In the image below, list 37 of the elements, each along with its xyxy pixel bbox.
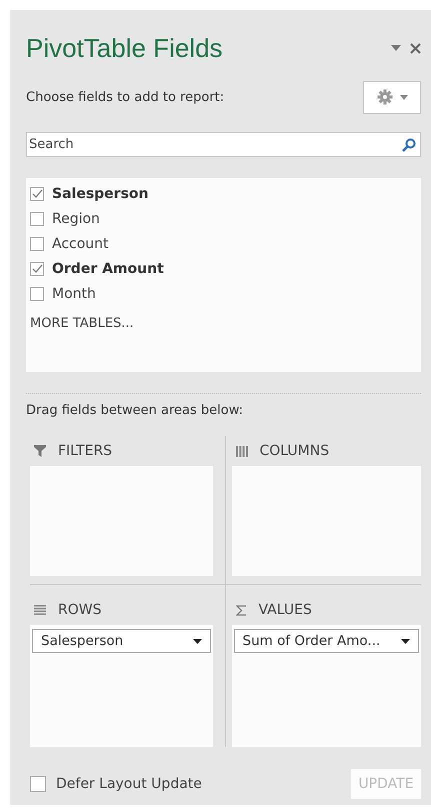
areas-hint: Drag fields between areas below: (26, 403, 244, 418)
dropdown-icon[interactable] (391, 45, 401, 51)
checkbox[interactable] (30, 262, 44, 276)
checkbox[interactable] (30, 286, 44, 300)
field-label[interactable]: Account (52, 236, 109, 252)
field-label[interactable]: Order Amount (52, 260, 164, 276)
gear-icon (376, 89, 392, 105)
drop-area[interactable]: Salesperson (30, 625, 212, 747)
sigma-icon (236, 604, 246, 616)
caret-icon (192, 638, 202, 644)
area-label: FILTERS (58, 443, 112, 459)
field-dropdown[interactable]: Salesperson (32, 629, 210, 653)
area-label: VALUES (258, 602, 312, 618)
checkbox[interactable] (30, 236, 44, 250)
field-label[interactable]: Month (52, 286, 96, 302)
search-field[interactable]: Search (26, 132, 421, 157)
more-tables-link[interactable]: MORE TABLES... (30, 316, 134, 331)
drop-area[interactable]: Sum of Order Amo... (232, 625, 421, 747)
field-label[interactable]: Region (52, 210, 100, 226)
rows-icon (34, 605, 46, 615)
instruction-text: Choose fields to add to report: (26, 90, 224, 104)
defer-label[interactable]: Defer Layout Update (56, 776, 202, 792)
caret-icon (400, 94, 408, 100)
field-dropdown[interactable]: Sum of Order Amo... (234, 629, 419, 653)
checkbox[interactable] (30, 776, 46, 792)
checkbox[interactable] (30, 186, 44, 200)
search-icon[interactable] (402, 138, 416, 152)
filter-icon (34, 445, 46, 457)
settings-button[interactable] (363, 80, 421, 114)
panel-title: PivotTable Fields (26, 32, 223, 64)
columns-icon (236, 446, 248, 456)
area-label: ROWS (58, 602, 102, 618)
close-icon[interactable] (410, 42, 421, 54)
area-label: COLUMNS (260, 443, 330, 459)
caret-icon (401, 638, 410, 644)
field-label[interactable]: Salesperson (52, 186, 148, 202)
checkbox[interactable] (30, 212, 44, 226)
